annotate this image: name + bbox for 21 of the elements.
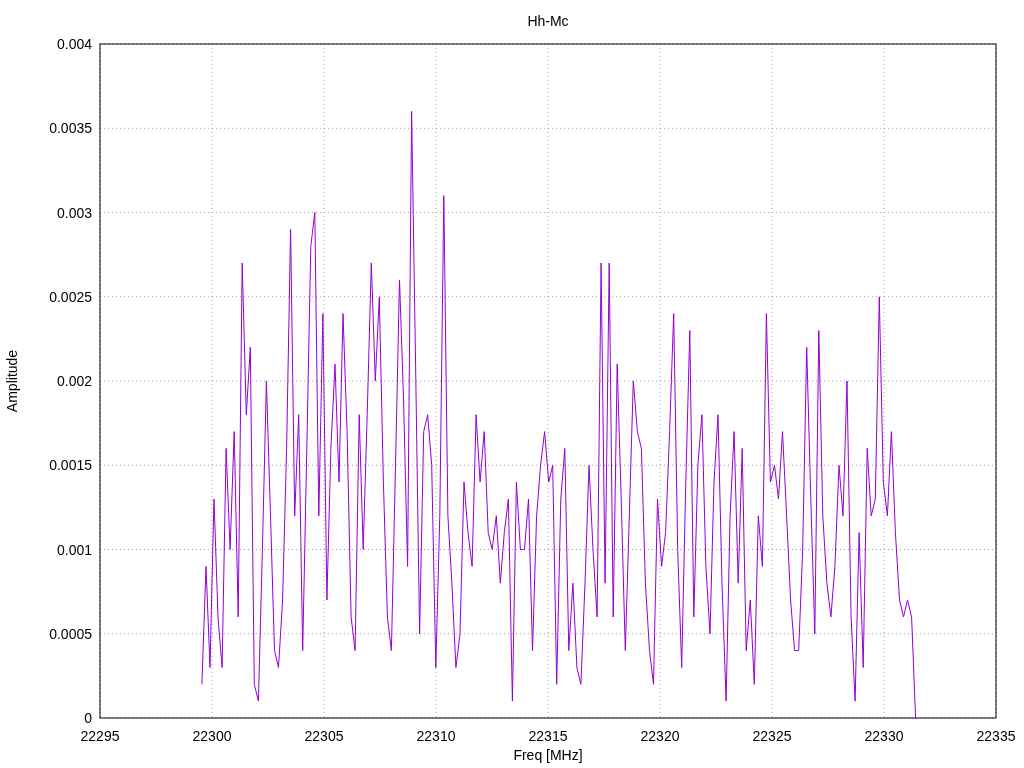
tick-label: 0.001 <box>56 541 92 558</box>
tick-label: 22310 <box>416 728 456 744</box>
tick-label: 22330 <box>864 728 904 744</box>
tick-label: 0.0025 <box>49 288 92 305</box>
tick-label: 0.002 <box>56 373 92 389</box>
tick-label: 22315 <box>528 728 568 744</box>
chart-title: Hh-Mc <box>527 13 569 29</box>
tick-label: 22295 <box>80 728 120 744</box>
tick-label: 0.0015 <box>49 457 92 474</box>
tick-label: 0.0005 <box>49 625 92 642</box>
tick-label: 0.0035 <box>49 120 92 137</box>
tick-label: 22305 <box>304 728 344 744</box>
tick-label: 22325 <box>752 728 792 744</box>
tick-label: 22300 <box>192 728 232 744</box>
x-axis-label: Freq [MHz] <box>513 747 583 763</box>
tick-label: 0.004 <box>56 36 92 52</box>
y-axis-label: Amplitude <box>4 349 20 413</box>
tick-label: 0.003 <box>56 204 92 221</box>
tick-label: 22335 <box>976 728 1016 744</box>
tick-label: 22320 <box>640 728 680 744</box>
tick-label: 0 <box>84 710 92 726</box>
